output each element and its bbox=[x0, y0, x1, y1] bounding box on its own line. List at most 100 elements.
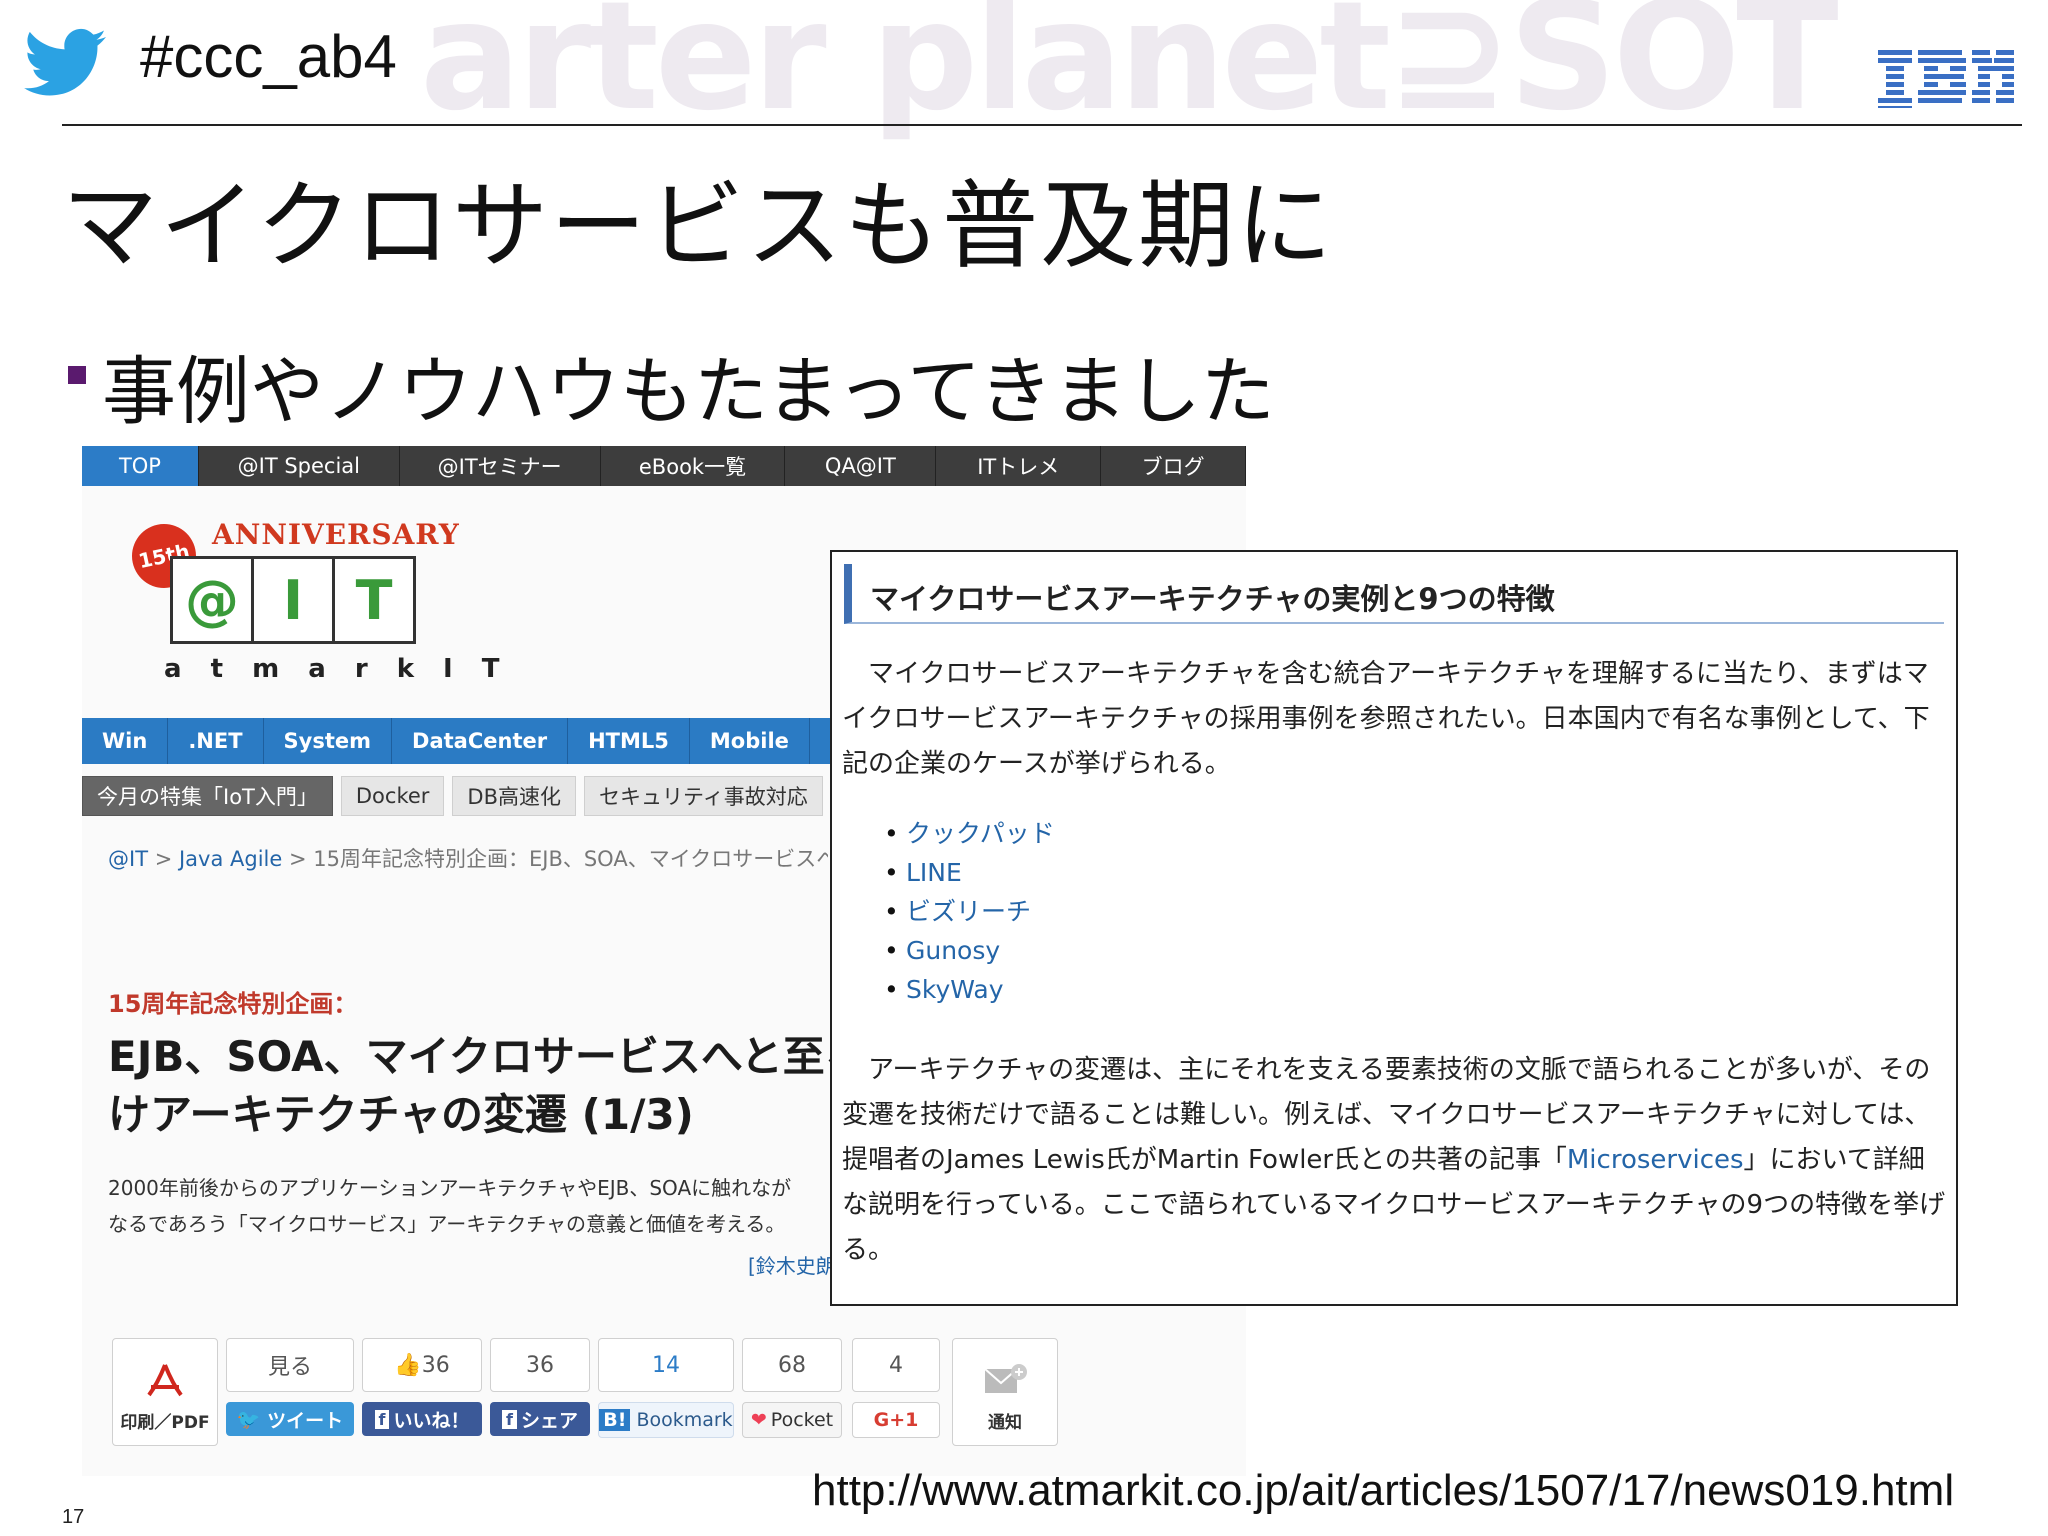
hashtag: #ccc_ab4 bbox=[140, 23, 397, 90]
page-number: 17 bbox=[62, 1506, 85, 1528]
article-lead-line1: 2000年前後からのアプリケーションアーキテクチャやEJB、SOAに触れなが bbox=[108, 1176, 792, 1200]
company-link[interactable]: SkyWay bbox=[884, 970, 1055, 1009]
breadcrumb: @IT > Java Agile > 15周年記念特別企画：EJB、SOA、マイ… bbox=[108, 843, 828, 873]
anniversary-label: ANNIVERSARY bbox=[212, 518, 460, 551]
article-title: EJB、SOA、マイクロサービスへと至る けアーキテクチャの変遷 (1/3) bbox=[108, 1028, 830, 1144]
logo-cells: @ I T bbox=[170, 556, 416, 644]
breadcrumb-section[interactable]: Java Agile bbox=[179, 847, 282, 871]
pocket-widget: 68 ❤ Pocket bbox=[742, 1338, 842, 1438]
nav-ebook[interactable]: eBook一覧 bbox=[601, 446, 786, 486]
company-link[interactable]: クックパッド bbox=[884, 814, 1055, 853]
thumbs-up-icon: 👍 bbox=[394, 1352, 422, 1378]
facebook-icon: f bbox=[374, 1409, 390, 1429]
share-label: シェア bbox=[520, 1409, 578, 1432]
twitter-bird-icon bbox=[24, 28, 106, 96]
article-title-line1: EJB、SOA、マイクロサービスへと至る bbox=[108, 1032, 830, 1081]
company-link[interactable]: ビズリーチ bbox=[884, 892, 1055, 931]
nav-it-seminar[interactable]: @ITセミナー bbox=[400, 446, 601, 486]
nav-it-toreme[interactable]: ITトレメ bbox=[936, 446, 1102, 486]
share-widget: 36 f シェア bbox=[490, 1338, 590, 1436]
gplus-widget: 4 G+1 bbox=[852, 1338, 940, 1438]
logo-cell-at: @ bbox=[173, 559, 254, 641]
cat-dotnet[interactable]: .NET bbox=[168, 718, 264, 764]
pdf-icon bbox=[147, 1364, 183, 1397]
panel-paragraph-1-text: マイクロサービスアーキテクチャを含む統合アーキテクチャを理解するに当たり、まずは… bbox=[842, 659, 1930, 779]
cat-datacenter[interactable]: DataCenter bbox=[392, 718, 569, 764]
bookmark-count[interactable]: 14 bbox=[598, 1338, 734, 1392]
pocket-count[interactable]: 68 bbox=[742, 1338, 842, 1392]
feature-docker[interactable]: Docker bbox=[340, 776, 445, 816]
panel-heading: マイクロサービスアーキテクチャの実例と9つの特徴 bbox=[844, 564, 1944, 624]
company-link[interactable]: Gunosy bbox=[884, 931, 1055, 970]
panel-paragraph-2: アーキテクチャの変遷は、主にそれを支える要素技術の文脈で語られることが多いが、そ… bbox=[842, 1048, 1946, 1273]
panel-heading-text: マイクロサービスアーキテクチャの実例と9つの特徴 bbox=[870, 582, 1555, 616]
cat-system[interactable]: System bbox=[264, 718, 393, 764]
gplus-count[interactable]: 4 bbox=[852, 1338, 940, 1392]
nav-it-special[interactable]: @IT Special bbox=[199, 446, 400, 486]
tweet-button[interactable]: 🐦 ツイート bbox=[226, 1402, 354, 1436]
notify-button[interactable]: 通知 bbox=[952, 1338, 1058, 1446]
share-count[interactable]: 36 bbox=[490, 1338, 590, 1392]
logo-wordmark: a t m a r k I T bbox=[164, 654, 510, 684]
bookmark-widget: 14 B! Bookmark bbox=[598, 1338, 734, 1438]
nav-top[interactable]: TOP bbox=[82, 446, 199, 486]
article-author[interactable]: [鈴木史朗 bbox=[748, 1250, 830, 1279]
bullet-text: 事例やノウハウもたまってきました bbox=[102, 349, 1275, 435]
pocket-button[interactable]: ❤ Pocket bbox=[742, 1402, 842, 1438]
cat-win[interactable]: Win bbox=[82, 718, 169, 764]
breadcrumb-sep: > bbox=[148, 847, 179, 871]
microservices-link[interactable]: Microservices bbox=[1567, 1145, 1744, 1175]
feature-iot[interactable]: 今月の特集「IoT入門」 bbox=[82, 776, 333, 816]
print-pdf-button[interactable]: 印刷／PDF bbox=[112, 1338, 218, 1446]
feature-db[interactable]: DB高速化 bbox=[452, 776, 576, 816]
gplus-button[interactable]: G+1 bbox=[852, 1402, 940, 1438]
article-kicker: 15周年記念特別企画： bbox=[108, 990, 358, 1018]
tweet-label: ツイート bbox=[267, 1409, 344, 1432]
feature-links: 今月の特集「IoT入門」 Docker DB高速化 セキュリティ事故対応 bbox=[82, 776, 830, 816]
breadcrumb-current: 15周年記念特別企画：EJB、SOA、マイクロサービスへ bbox=[313, 847, 828, 871]
notify-label: 通知 bbox=[988, 1413, 1022, 1433]
like-count[interactable]: 👍 36 bbox=[362, 1338, 482, 1392]
share-button[interactable]: f シェア bbox=[490, 1402, 590, 1436]
like-count-value: 36 bbox=[421, 1352, 450, 1378]
logo-cell-i: I bbox=[254, 559, 335, 641]
article-title-line2: けアーキテクチャの変遷 (1/3) bbox=[108, 1090, 694, 1139]
print-pdf-label: 印刷／PDF bbox=[120, 1413, 210, 1433]
panel-paragraph-1: マイクロサービスアーキテクチャを含む統合アーキテクチャを理解するに当たり、まずは… bbox=[842, 652, 1946, 787]
slide-title: マイクロサービスも普及期に bbox=[62, 170, 1335, 282]
pocket-label: Pocket bbox=[770, 1409, 834, 1431]
site-top-nav: TOP @IT Special @ITセミナー eBook一覧 QA@IT IT… bbox=[82, 446, 1247, 486]
company-list: クックパッド LINE ビズリーチ Gunosy SkyWay bbox=[884, 814, 1055, 1009]
article-excerpt-panel: マイクロサービスアーキテクチャの実例と9つの特徴 マイクロサービスアーキテクチャ… bbox=[830, 550, 1958, 1306]
facebook-icon: f bbox=[502, 1409, 517, 1429]
bookmark-label: Bookmark bbox=[636, 1409, 733, 1431]
breadcrumb-sep: > bbox=[282, 847, 314, 871]
tweet-widget: 見る 🐦 ツイート bbox=[226, 1338, 354, 1436]
like-label: いいね！ bbox=[393, 1409, 470, 1432]
mail-notify-icon bbox=[984, 1364, 1027, 1393]
bookmark-button[interactable]: B! Bookmark bbox=[598, 1402, 734, 1438]
breadcrumb-home[interactable]: @IT bbox=[108, 847, 148, 871]
pocket-icon: ❤ bbox=[750, 1409, 767, 1431]
article-lead: 2000年前後からのアプリケーションアーキテクチャやEJB、SOAに触れなが な… bbox=[108, 1170, 830, 1242]
feature-security[interactable]: セキュリティ事故対応 bbox=[583, 776, 823, 816]
logo-cell-t: T bbox=[355, 568, 393, 632]
category-nav: Win .NET System DataCenter HTML5 Mobile … bbox=[82, 718, 830, 764]
company-link[interactable]: LINE bbox=[884, 853, 1055, 892]
cat-coding[interactable]: Codin bbox=[810, 718, 831, 764]
cat-mobile[interactable]: Mobile bbox=[690, 718, 810, 764]
cat-html5[interactable]: HTML5 bbox=[568, 718, 690, 764]
ibm-logo bbox=[1878, 50, 2014, 108]
bullet-marker bbox=[68, 366, 86, 384]
panel-paragraph-2-open: 「 bbox=[1540, 1145, 1567, 1175]
like-widget: 👍 36 f いいね！ bbox=[362, 1338, 482, 1436]
hatena-icon: B! bbox=[599, 1409, 631, 1431]
atmarkit-logo[interactable]: ANNIVERSARY 15th @ I T a t m a r k I T bbox=[126, 516, 500, 696]
tweet-count[interactable]: 見る bbox=[226, 1338, 354, 1392]
source-url[interactable]: http://www.atmarkit.co.jp/ait/articles/1… bbox=[812, 1466, 1954, 1516]
nav-blog[interactable]: ブログ bbox=[1101, 446, 1247, 486]
nav-qa[interactable]: QA@IT bbox=[785, 446, 937, 486]
like-button[interactable]: f いいね！ bbox=[362, 1402, 482, 1436]
header-watermark: arter planet⊇SOT bbox=[420, 0, 1839, 144]
header-divider bbox=[62, 124, 2022, 126]
